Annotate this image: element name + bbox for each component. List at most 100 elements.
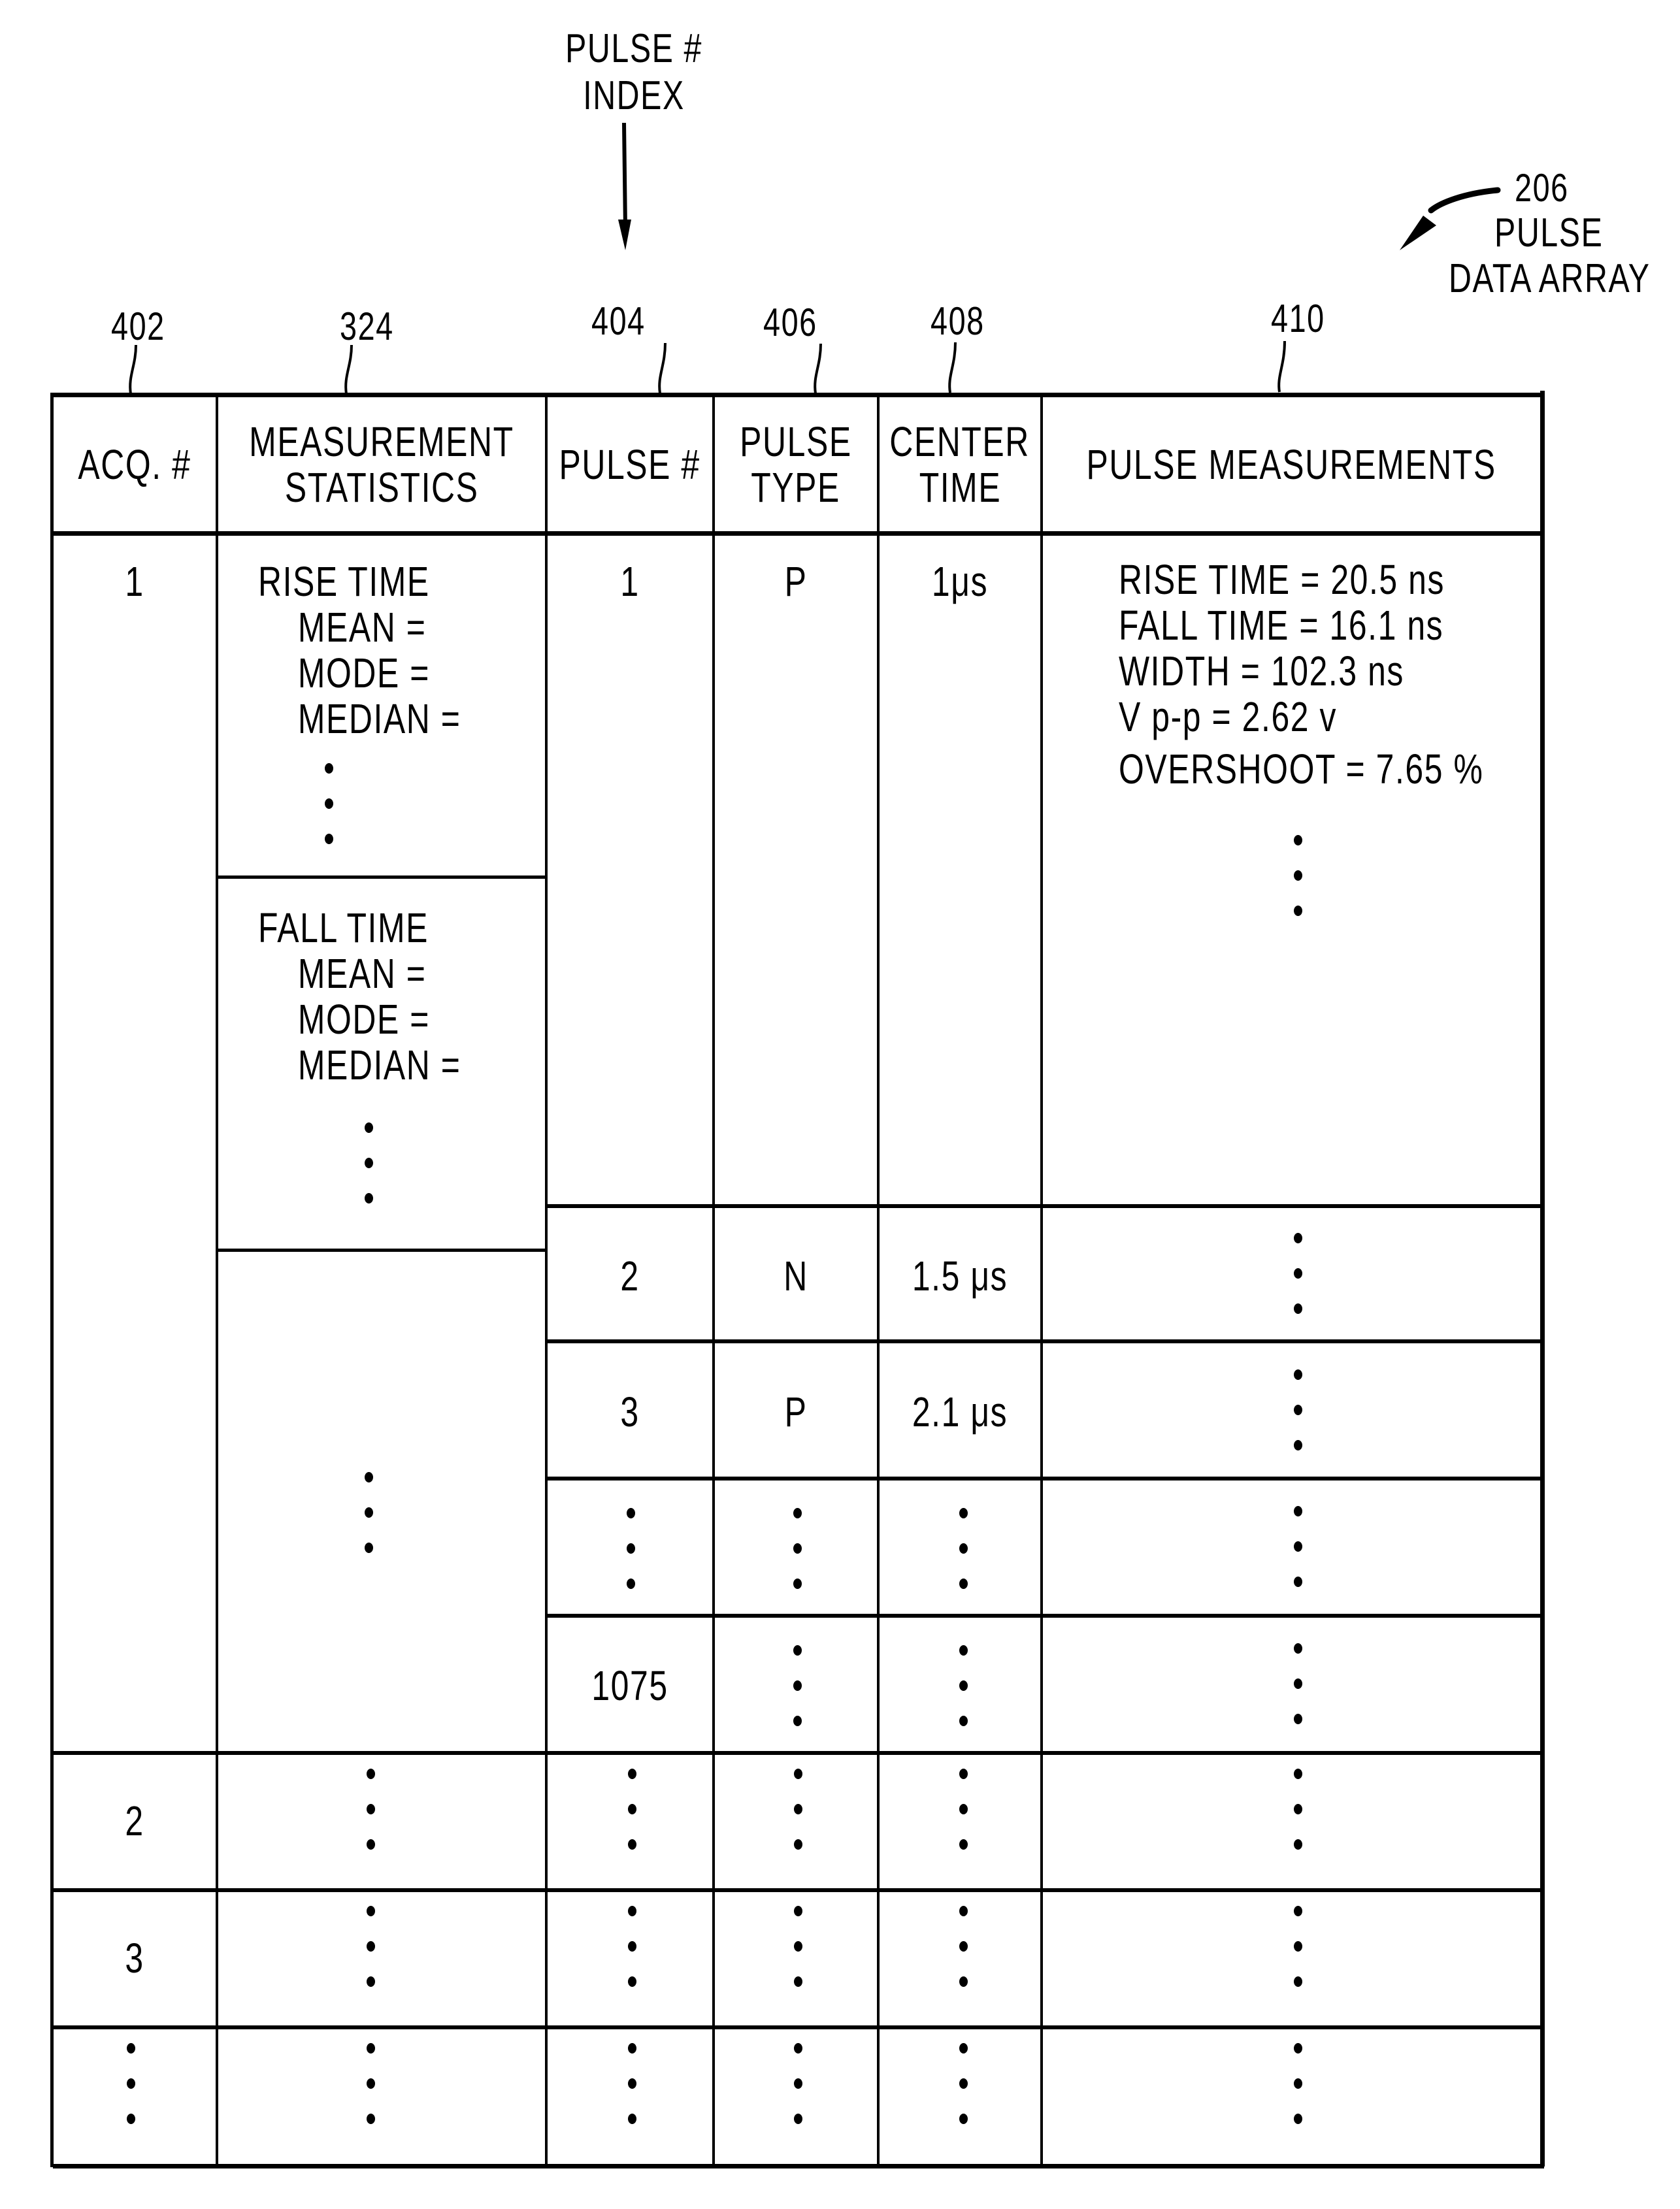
pulse-row-sep-3 — [545, 1477, 1542, 1481]
rise-stats-title: RISE TIME — [258, 558, 430, 605]
measurement-fall-time: FALL TIME = 16.1 ns — [1119, 602, 1444, 649]
vertical-ellipsis-icon — [1293, 1233, 1302, 1314]
pulse-3-number: 3 — [620, 1388, 640, 1435]
pulse-1-measurements: RISE TIME = 20.5 ns FALL TIME = 16.1 ns … — [1119, 557, 1587, 792]
header-pulse-measurements: PULSE MEASUREMENTS — [1043, 397, 1540, 531]
measurement-overshoot: OVERSHOOT = 7.65 % — [1119, 745, 1484, 793]
acq-2-number: 2 — [125, 1797, 144, 1844]
rise-stats-median: MEDIAN = — [297, 695, 461, 742]
measurement-rise-time: RISE TIME = 20.5 ns — [1119, 556, 1445, 603]
header-bottom-border — [50, 531, 1542, 536]
vertical-ellipsis-icon — [1293, 1769, 1302, 1850]
vertical-ellipsis-icon — [793, 1769, 802, 1850]
vertical-ellipsis-icon — [126, 2043, 135, 2124]
acq-3-number: 3 — [125, 1935, 144, 1982]
vertical-ellipsis-icon — [959, 1906, 968, 1987]
pulse-2-type: N — [783, 1252, 808, 1300]
pulse-row-sep-4 — [545, 1614, 1542, 1618]
ref-410: 410 — [1271, 297, 1325, 340]
vertical-ellipsis-icon — [324, 763, 333, 844]
fall-time-statistics: FALL TIME MEAN = MODE = MEDIAN = — [258, 905, 518, 1088]
fall-stats-title: FALL TIME — [258, 904, 429, 951]
header-center-line2: TIME — [919, 463, 1001, 511]
leader-lines — [129, 340, 1286, 395]
table-top-border — [50, 393, 1542, 397]
rise-time-statistics: RISE TIME MEAN = MODE = MEDIAN = — [258, 559, 518, 742]
vertical-ellipsis-icon — [366, 1906, 375, 1987]
header-stats-line1: MEASUREMENT — [249, 417, 514, 465]
col-sep-1 — [216, 393, 218, 2167]
vertical-ellipsis-icon — [1293, 1506, 1302, 1587]
ref-408: 408 — [931, 299, 985, 343]
header-stats-line2: STATISTICS — [284, 463, 479, 511]
vertical-ellipsis-icon — [627, 2043, 636, 2124]
col-sep-3 — [712, 393, 715, 2167]
vertical-ellipsis-icon — [793, 2043, 802, 2124]
pulse-1-number: 1 — [620, 558, 640, 605]
ref-402: 402 — [111, 304, 165, 348]
pulse-3-center-time: 2.1 μs — [912, 1388, 1008, 1435]
measurement-vpp: V p-p = 2.62 v — [1119, 693, 1338, 740]
vertical-ellipsis-icon — [959, 1508, 968, 1589]
array-callout-line2: DATA ARRAY — [1449, 256, 1651, 301]
measurement-width: WIDTH = 102.3 ns — [1119, 647, 1404, 695]
header-measurement-statistics: MEASUREMENT STATISTICS — [218, 397, 545, 531]
col-sep-2 — [545, 393, 548, 2167]
vertical-ellipsis-icon — [1293, 1906, 1302, 1987]
ref-406: 406 — [763, 301, 817, 344]
vertical-ellipsis-icon — [627, 1769, 636, 1850]
header-pulse-type: PULSE TYPE — [715, 397, 877, 531]
rise-stats-mode: MODE = — [297, 649, 430, 696]
acq-row-sep-2 — [50, 1888, 1542, 1892]
stats-split-2 — [216, 1249, 546, 1252]
col-sep-4 — [877, 393, 880, 2167]
col-sep-5 — [1040, 393, 1043, 2167]
table-bottom-border — [53, 2164, 1544, 2168]
vertical-ellipsis-icon — [627, 1906, 636, 1987]
fall-stats-median: MEDIAN = — [297, 1041, 461, 1088]
vertical-ellipsis-icon — [626, 1508, 635, 1589]
header-acq-num: ACQ. # — [54, 397, 216, 531]
pulse-3-type: P — [784, 1388, 808, 1435]
acq-1-number: 1 — [125, 558, 144, 605]
pulse-row-sep-2 — [545, 1339, 1542, 1343]
vertical-ellipsis-icon — [364, 1472, 373, 1553]
acq-row-sep-3 — [50, 2025, 1542, 2029]
header-type-line2: TYPE — [751, 463, 841, 511]
pulse-2-number: 2 — [620, 1252, 640, 1300]
ref-324: 324 — [340, 304, 394, 348]
header-center-time: CENTER TIME — [880, 397, 1040, 531]
vertical-ellipsis-icon — [366, 1769, 375, 1850]
header-acq-label: ACQ. # — [78, 440, 191, 488]
vertical-ellipsis-icon — [959, 1645, 968, 1726]
fall-stats-mode: MODE = — [297, 996, 430, 1043]
pulse-row-sep-1 — [545, 1204, 1542, 1208]
vertical-ellipsis-icon — [1293, 835, 1302, 916]
vertical-ellipsis-icon — [366, 2043, 375, 2124]
pulse-1-type: P — [784, 558, 808, 605]
header-type-line1: PULSE — [740, 417, 852, 465]
table-left-border — [50, 393, 54, 2167]
ref-404: 404 — [591, 299, 646, 343]
pulse-1075-number: 1075 — [591, 1662, 668, 1709]
rise-stats-mean: MEAN = — [297, 604, 427, 651]
header-measurements-label: PULSE MEASUREMENTS — [1086, 440, 1497, 488]
vertical-ellipsis-icon — [793, 1508, 802, 1589]
vertical-ellipsis-icon — [959, 1769, 968, 1850]
header-pulse-num-label: PULSE # — [559, 440, 701, 488]
vertical-ellipsis-icon — [793, 1645, 802, 1726]
vertical-ellipsis-icon — [959, 2043, 968, 2124]
array-ref-number: 206 — [1515, 166, 1569, 210]
vertical-ellipsis-icon — [793, 1906, 802, 1987]
vertical-ellipsis-icon — [1293, 2043, 1302, 2124]
array-callout-line1: PULSE — [1494, 210, 1604, 255]
vertical-ellipsis-icon — [1293, 1643, 1302, 1724]
pulse-1-center-time: 1μs — [931, 558, 989, 605]
pulse-2-center-time: 1.5 μs — [912, 1252, 1008, 1300]
pulse-index-callout-line1: PULSE # — [565, 26, 702, 71]
vertical-ellipsis-icon — [364, 1122, 373, 1203]
pulse-index-callout-line2: INDEX — [583, 73, 685, 118]
fall-stats-mean: MEAN = — [297, 950, 427, 997]
header-center-line1: CENTER — [889, 417, 1030, 465]
vertical-ellipsis-icon — [1293, 1369, 1302, 1450]
